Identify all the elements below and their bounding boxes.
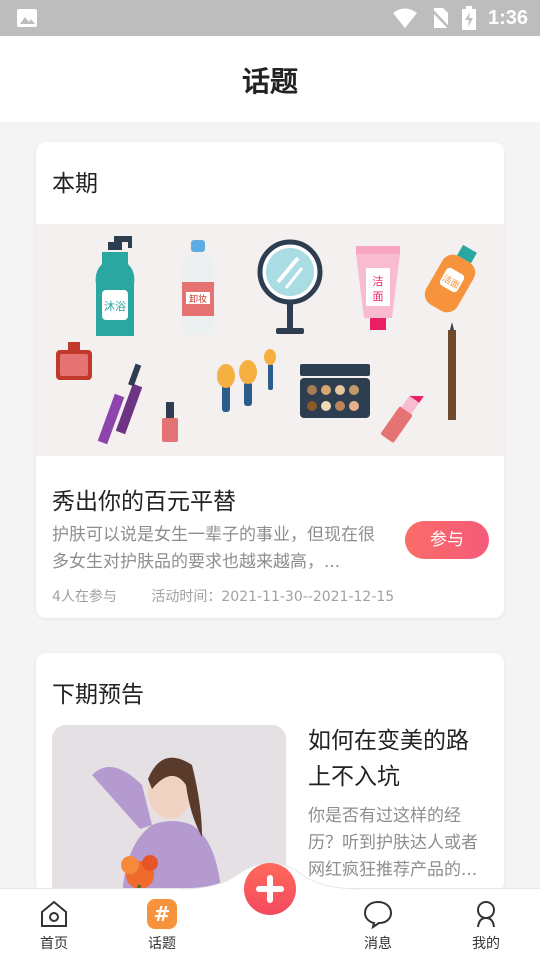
- image-icon: [17, 9, 37, 27]
- activity-time: 活动时间：2021-11-30--2021-12-15: [151, 589, 395, 605]
- mascara-icon: [97, 363, 143, 445]
- tab-home-label: 首页: [40, 936, 68, 952]
- section-title-next: 下期预告: [52, 682, 144, 708]
- lotion-bottle-icon: 洁面: [424, 244, 477, 313]
- cosmetics-banner: 沐浴 卸妆 洁 面 洁面: [36, 224, 504, 456]
- svg-text:卸妆: 卸妆: [189, 293, 207, 305]
- topic-meta: 4人在参与 活动时间：2021-11-30--2021-12-15: [52, 586, 394, 606]
- cosmetics-illustration: 沐浴 卸妆 洁 面 洁面: [56, 236, 477, 445]
- chat-bubble-icon: [363, 900, 393, 929]
- tab-topic-label: 话题: [148, 936, 176, 952]
- lipstick-icon: [381, 395, 424, 443]
- status-time: 1:36: [487, 6, 528, 29]
- participant-count: 4人在参与: [52, 589, 117, 605]
- eyebrow-pencil-icon: [448, 322, 456, 420]
- status-bar: 1:36: [0, 0, 540, 36]
- home-icon: [41, 900, 67, 927]
- cleanser-tube-icon: 洁 面: [356, 246, 400, 330]
- mirror-icon: [257, 239, 323, 334]
- makeup-remover-bottle-icon: 卸妆: [182, 240, 214, 334]
- app-bar: 话题: [0, 36, 540, 122]
- shower-gel-bottle-icon: 沐浴: [95, 236, 135, 336]
- tab-topic[interactable]: # 话题: [122, 899, 202, 959]
- svg-text:洁: 洁: [373, 275, 384, 288]
- user-icon: [477, 901, 495, 928]
- topic-title: 秀出你的百元平替: [52, 489, 236, 515]
- svg-text:沐浴: 沐浴: [104, 300, 126, 313]
- makeup-brush-icon: [217, 349, 276, 412]
- battery-charging-icon: [461, 6, 476, 30]
- tab-home[interactable]: 首页: [14, 899, 94, 959]
- plus-icon: [256, 875, 284, 903]
- no-sim-icon: [430, 8, 450, 29]
- section-title-current: 本期: [52, 171, 98, 197]
- add-post-button[interactable]: [244, 863, 296, 915]
- eyeshadow-palette-icon: [300, 364, 370, 418]
- wifi-icon: [392, 8, 417, 28]
- tab-message[interactable]: 消息: [338, 899, 418, 959]
- tab-message-label: 消息: [364, 936, 392, 952]
- perfume-icon: [56, 342, 92, 380]
- tab-me-label: 我的: [472, 936, 500, 952]
- next-topic-title: 如何在变美的路上不入坑: [308, 728, 469, 790]
- join-button[interactable]: 参与: [405, 521, 489, 559]
- nail-polish-icon: [162, 402, 178, 442]
- topic-description: 护肤可以说是女生一辈子的事业，但现在很多女生对护肤品的要求也越来越高，...: [52, 525, 375, 572]
- current-topic-card[interactable]: 本期 沐浴 卸妆 洁 面 洁面 秀出你的百元平替 护肤可以说是女生一辈子的事业，…: [36, 142, 504, 618]
- svg-text:面: 面: [373, 290, 384, 303]
- hash-icon: #: [147, 899, 177, 929]
- tab-me[interactable]: 我的: [446, 899, 526, 959]
- page-title: 话题: [241, 65, 298, 98]
